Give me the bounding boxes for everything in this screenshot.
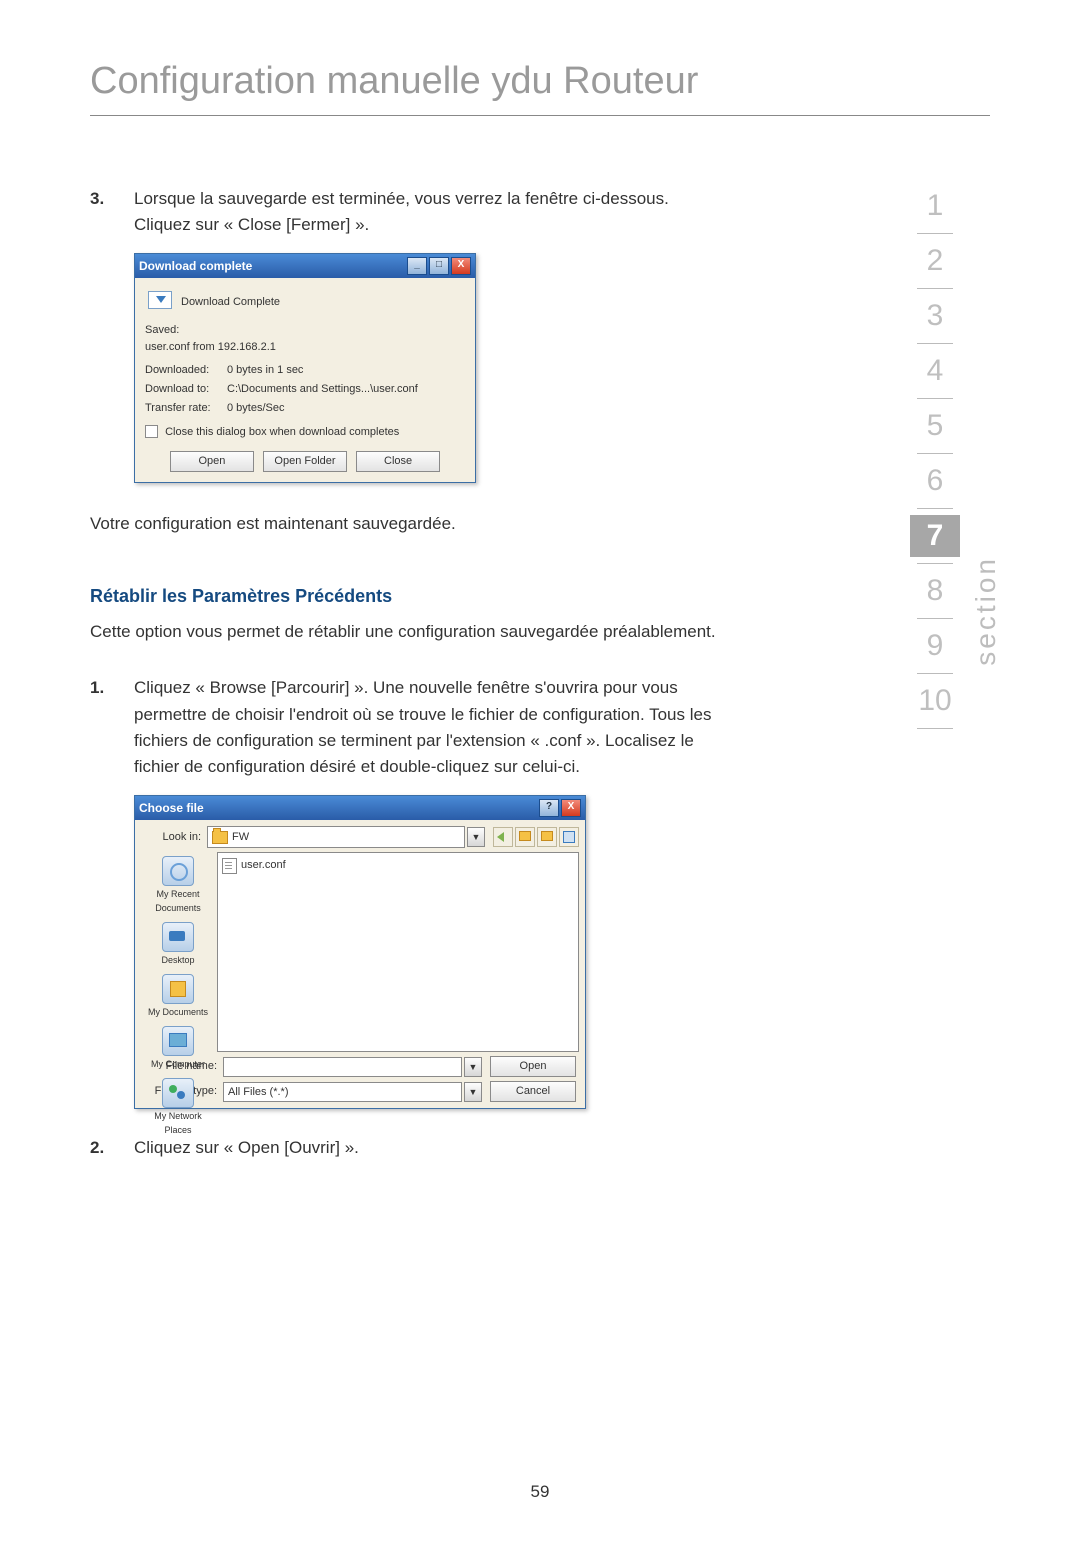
file-name: user.conf [241, 857, 286, 874]
cancel-button[interactable]: Cancel [490, 1081, 576, 1102]
help-button[interactable]: ? [539, 799, 559, 817]
download-complete-dialog: Download complete _ □ X Download Complet… [134, 253, 476, 483]
maximize-button[interactable]: □ [429, 257, 449, 275]
documents-icon [162, 974, 194, 1004]
download-icon [145, 288, 173, 316]
filename-label: File name: [141, 1058, 223, 1075]
file-item[interactable]: user.conf [222, 857, 574, 874]
dialog-heading: Download Complete [181, 294, 280, 311]
open-button[interactable]: Open [170, 451, 254, 472]
dialog-titlebar[interactable]: Choose file ? X [135, 796, 585, 821]
section-nav-10[interactable]: 10 [910, 680, 960, 722]
views-icon[interactable] [559, 827, 579, 847]
section-nav-5[interactable]: 5 [910, 405, 960, 447]
step-2-number: 2. [90, 1135, 134, 1161]
step-2: 2. Cliquez sur « Open [Ouvrir] ». [90, 1135, 730, 1161]
section-nav-9[interactable]: 9 [910, 625, 960, 667]
downloaded-label: Downloaded: [145, 362, 227, 379]
open-folder-button[interactable]: Open Folder [263, 451, 347, 472]
page-title: Configuration manuelle ydu Routeur [90, 60, 990, 103]
dialog-titlebar[interactable]: Download complete _ □ X [135, 254, 475, 279]
step-1-text: Cliquez « Browse [Parcourir] ». Une nouv… [134, 675, 730, 780]
lookin-value: FW [232, 829, 249, 846]
document-page: Configuration manuelle ydu Routeur 1 2 3… [0, 0, 1080, 1542]
up-folder-icon[interactable] [515, 827, 535, 847]
minimize-button[interactable]: _ [407, 257, 427, 275]
restore-subtitle: Rétablir les Paramètres Précédents [90, 583, 730, 611]
title-divider [90, 115, 990, 116]
section-nav-3[interactable]: 3 [910, 295, 960, 337]
downloadto-label: Download to: [145, 381, 227, 398]
close-button[interactable]: X [451, 257, 471, 275]
open-button[interactable]: Open [490, 1056, 576, 1077]
step-3-text: Lorsque la sauvegarde est terminée, vous… [134, 186, 730, 239]
dropdown-arrow-icon[interactable]: ▼ [467, 827, 485, 847]
section-nav-2[interactable]: 2 [910, 240, 960, 282]
step-3-number: 3. [90, 186, 134, 239]
place-documents[interactable]: My Documents [145, 974, 211, 1020]
section-nav: 1 2 3 4 5 6 7 8 9 10 [910, 185, 960, 735]
filename-input[interactable] [223, 1057, 462, 1077]
downloadto-value: C:\Documents and Settings...\user.conf [227, 381, 418, 398]
recent-icon [162, 856, 194, 886]
close-dialog-button[interactable]: Close [356, 451, 440, 472]
close-button[interactable]: X [561, 799, 581, 817]
rate-value: 0 bytes/Sec [227, 400, 284, 417]
section-nav-4[interactable]: 4 [910, 350, 960, 392]
folder-icon [212, 831, 228, 844]
dialog-title: Choose file [139, 799, 537, 818]
new-folder-icon[interactable] [537, 827, 557, 847]
network-icon [162, 1078, 194, 1108]
filetype-select[interactable]: All Files (*.*) [223, 1082, 462, 1102]
saved-value: user.conf from 192.168.2.1 [145, 339, 465, 356]
section-nav-7[interactable]: 7 [910, 515, 960, 557]
section-nav-6[interactable]: 6 [910, 460, 960, 502]
close-when-done-label: Close this dialog box when download comp… [165, 426, 399, 438]
section-nav-1[interactable]: 1 [910, 185, 960, 227]
place-recent[interactable]: My Recent Documents [145, 856, 211, 916]
back-icon[interactable] [493, 827, 513, 847]
choose-file-dialog: Choose file ? X Look in: FW ▼ [134, 795, 586, 1110]
place-desktop[interactable]: Desktop [145, 922, 211, 968]
step-1-number: 1. [90, 675, 134, 780]
step-2-text: Cliquez sur « Open [Ouvrir] ». [134, 1135, 730, 1161]
section-label: section [970, 556, 1002, 666]
step-1: 1. Cliquez « Browse [Parcourir] ». Une n… [90, 675, 730, 780]
dropdown-arrow-icon[interactable]: ▼ [464, 1057, 482, 1077]
saved-label: Saved: [145, 322, 465, 339]
main-content: 3. Lorsque la sauvegarde est terminée, v… [90, 186, 730, 1162]
desktop-icon [162, 922, 194, 952]
dropdown-arrow-icon[interactable]: ▼ [464, 1082, 482, 1102]
rate-label: Transfer rate: [145, 400, 227, 417]
restore-description: Cette option vous permet de rétablir une… [90, 619, 730, 645]
dialog-title: Download complete [139, 257, 405, 276]
computer-icon [162, 1026, 194, 1056]
downloaded-value: 0 bytes in 1 sec [227, 362, 303, 379]
page-number: 59 [0, 1482, 1080, 1502]
places-bar: My Recent Documents Desktop My Documents… [141, 852, 215, 1052]
lookin-dropdown[interactable]: FW [207, 826, 465, 848]
file-icon [222, 858, 237, 874]
lookin-label: Look in: [141, 829, 207, 846]
saved-confirmation-text: Votre configuration est maintenant sauve… [90, 511, 730, 537]
step-3: 3. Lorsque la sauvegarde est terminée, v… [90, 186, 730, 239]
section-nav-8[interactable]: 8 [910, 570, 960, 612]
file-list[interactable]: user.conf [217, 852, 579, 1052]
close-when-done-checkbox[interactable] [145, 425, 158, 438]
